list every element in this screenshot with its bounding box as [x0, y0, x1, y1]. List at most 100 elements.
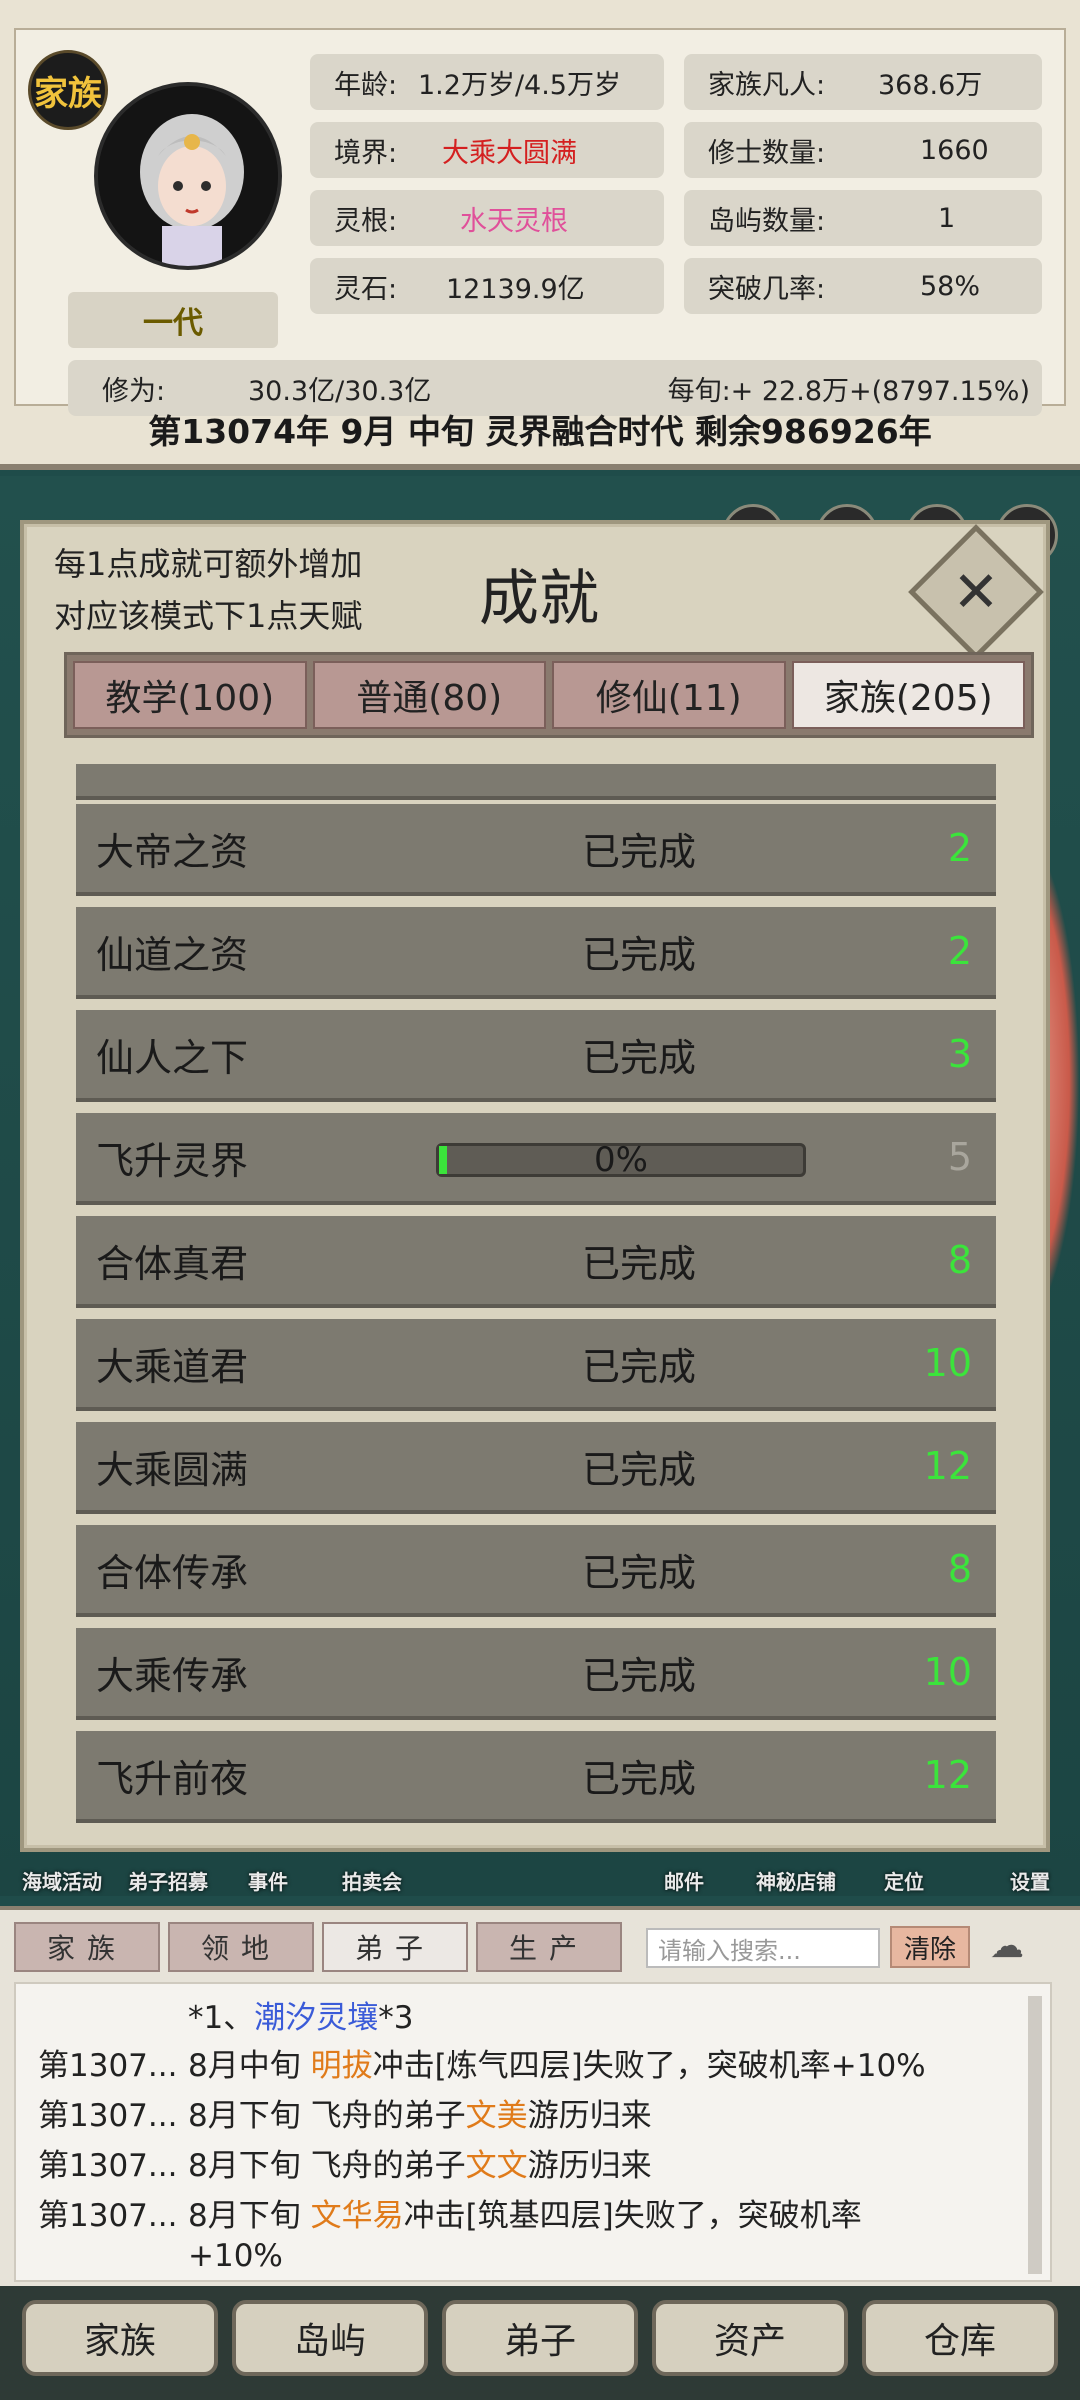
achievement-name: 飞升前夜: [96, 1756, 249, 1801]
event-label[interactable]: 事件: [248, 1866, 288, 1895]
achievement-row: 合体传承 已完成 8: [76, 1525, 996, 1617]
nav-islands-button[interactable]: 岛屿: [232, 2300, 428, 2376]
log-tab-territory[interactable]: 领地: [168, 1922, 314, 1972]
islands-label: 岛屿数量:: [708, 205, 826, 237]
achievement-points: 2: [947, 929, 972, 973]
log-person-name[interactable]: 明拔: [311, 2048, 373, 2084]
log-text: 8月中旬: [188, 2048, 311, 2084]
cultivators-value: 1660: [920, 134, 989, 166]
log-tab-production[interactable]: 生产: [476, 1922, 622, 1972]
tab-normal[interactable]: 普通(80): [312, 661, 546, 729]
stone-value: 12139.9亿: [446, 273, 585, 305]
nav-disciples-button[interactable]: 弟子: [442, 2300, 638, 2376]
log-person-name[interactable]: 文文: [466, 2148, 528, 2184]
islands-value: 1: [938, 202, 956, 234]
cultivation-value: 30.3亿/30.3亿: [248, 375, 432, 407]
log-person-name[interactable]: 文美: [466, 2098, 528, 2134]
achievement-status: 已完成: [582, 1447, 697, 1492]
achievement-points: 10: [923, 1650, 972, 1694]
sea-event-label[interactable]: 海域活动: [22, 1866, 102, 1895]
achievement-row-partial: [76, 764, 996, 800]
log-line: 8月下旬 文华易冲击[筑基四层]失败了，突破机率: [188, 2190, 862, 2235]
log-tab-family[interactable]: 家族: [14, 1922, 160, 1972]
realm-stat: 境界: 大乘大圆满: [310, 122, 664, 178]
achievement-points: 10: [923, 1341, 972, 1385]
spirit-stone-stat: 灵石: 12139.9亿: [310, 258, 664, 314]
achievement-row: 仙道之资 已完成 2: [76, 907, 996, 999]
achievement-status: 已完成: [582, 1241, 697, 1286]
achievement-name: 大乘道君: [96, 1344, 249, 1389]
achievement-name: 大帝之资: [96, 829, 249, 874]
achievement-name: 飞升灵界: [96, 1138, 249, 1183]
log-line: 第1307...: [38, 2190, 177, 2235]
achievement-status: 已完成: [582, 1035, 697, 1080]
clear-button[interactable]: 清除: [890, 1926, 970, 1968]
close-button[interactable]: ✕: [908, 524, 1044, 660]
achievement-points: 8: [947, 1238, 972, 1282]
game-date: 第13074年 9月 中旬 灵界融合时代 剩余986926年: [148, 412, 932, 451]
mortals-value: 368.6万: [878, 69, 983, 101]
settings-label[interactable]: 设置: [1010, 1866, 1050, 1895]
log-tab-disciples[interactable]: 弟子: [322, 1922, 468, 1972]
nav-warehouse-button[interactable]: 仓库: [862, 2300, 1058, 2376]
log-list[interactable]: *1、潮汐灵壤*3 第1307... 8月中旬 明拔冲击[炼气四层]失败了，突破…: [14, 1982, 1052, 2282]
nav-assets-button[interactable]: 资产: [652, 2300, 848, 2376]
log-line: 8月下旬 飞舟的弟子文美游历归来: [188, 2090, 652, 2135]
log-line: *1、潮汐灵壤*3: [188, 1992, 413, 2037]
log-date: 第1307...: [38, 2198, 178, 2234]
achievement-tabs: 教学(100) 普通(80) 修仙(11) 家族(205): [64, 652, 1034, 738]
log-search-input[interactable]: 请输入搜索...: [646, 1928, 880, 1968]
auction-label[interactable]: 拍卖会: [342, 1866, 402, 1895]
log-item-name: 潮汐灵壤: [254, 2000, 379, 2036]
tab-family[interactable]: 家族(205): [791, 661, 1025, 729]
achievement-points: 8: [947, 1547, 972, 1591]
achievement-name: 合体传承: [96, 1550, 249, 1595]
achievement-row: 大乘传承 已完成 10: [76, 1628, 996, 1720]
breakthrough-value: 58%: [920, 270, 981, 302]
close-icon: ✕: [952, 559, 1000, 625]
achievement-status: 已完成: [582, 1756, 697, 1801]
log-text: 游历归来: [527, 2148, 652, 2184]
log-date: 第1307...: [38, 2148, 178, 2184]
realm-value: 大乘大圆满: [442, 137, 577, 169]
log-tabs: 家族 领地 弟子 生产: [14, 1922, 622, 1972]
log-text: 游历归来: [527, 2098, 652, 2134]
mystery-shop-label[interactable]: 神秘店铺: [756, 1866, 836, 1895]
recruit-label[interactable]: 弟子招募: [128, 1866, 208, 1895]
mail-label[interactable]: 邮件: [664, 1866, 704, 1895]
cloud-icon[interactable]: ☁: [990, 1926, 1024, 1966]
log-person-name[interactable]: 文华易: [311, 2198, 404, 2234]
tab-cultivation[interactable]: 修仙(11): [552, 661, 786, 729]
log-line: 第1307...: [38, 2140, 177, 2185]
log-scrollbar[interactable]: [1028, 1996, 1042, 2274]
nav-family-button[interactable]: 家族: [22, 2300, 218, 2376]
family-badge[interactable]: 家族: [28, 50, 108, 130]
achievement-points: 2: [947, 826, 972, 870]
achievement-name: 仙道之资: [96, 932, 249, 977]
achievement-status: 已完成: [582, 829, 697, 874]
log-line: 8月中旬 明拔冲击[炼气四层]失败了，突破机率+10%: [188, 2040, 926, 2085]
cultivators-stat: 修士数量: 1660: [684, 122, 1042, 178]
achievement-list[interactable]: 大帝之资 已完成 2 仙道之资 已完成 2 仙人之下 已完成 3 飞升灵界 0%…: [76, 764, 996, 1824]
realm-label: 境界:: [334, 137, 398, 169]
character-avatar[interactable]: [94, 82, 282, 270]
breakthrough-stat: 突破几率: 58%: [684, 258, 1042, 314]
character-header: 家族 一代 年龄: 1.2万岁/4.5万岁 境界: 大乘大圆满 灵根: 水天灵根…: [0, 0, 1080, 470]
achievement-row: 飞升前夜 已完成 12: [76, 1731, 996, 1823]
achievement-status: 已完成: [582, 1653, 697, 1698]
mortals-stat: 家族凡人: 368.6万: [684, 54, 1042, 110]
locate-label[interactable]: 定位: [884, 1866, 924, 1895]
per-period-gain: 每旬:+ 22.8万+(8797.15%): [667, 375, 1030, 407]
achievement-points: 5: [947, 1135, 972, 1179]
cultivation-label: 修为:: [102, 375, 166, 407]
log-text: *3: [378, 2000, 414, 2036]
log-line: 第1307...: [38, 2040, 177, 2085]
tab-teaching[interactable]: 教学(100): [73, 661, 307, 729]
stone-label: 灵石:: [334, 273, 398, 305]
generation-label: 一代: [68, 292, 278, 348]
achievement-name: 仙人之下: [96, 1035, 249, 1080]
bottom-navigation: 家族 岛屿 弟子 资产 仓库: [0, 2286, 1080, 2400]
log-panel: 家族 领地 弟子 生产 请输入搜索... 清除 ☁ *1、潮汐灵壤*3 第130…: [0, 1906, 1080, 2286]
age-label: 年龄:: [334, 69, 398, 101]
log-line: 8月下旬 飞舟的弟子文文游历归来: [188, 2140, 652, 2185]
